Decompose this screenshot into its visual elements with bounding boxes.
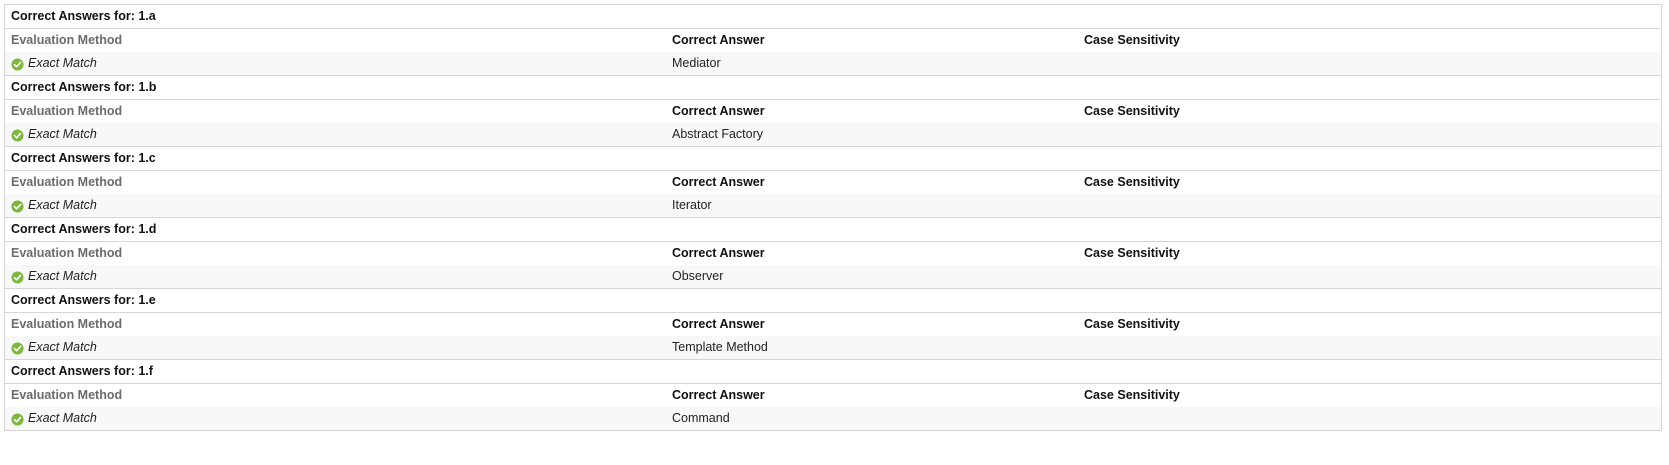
check-circle-icon [11, 200, 24, 213]
correct-answer-value: Observer [672, 269, 724, 283]
correct-answer-value: Abstract Factory [672, 127, 763, 141]
section-title: Correct Answers for: 1.c [5, 147, 1661, 171]
evaluation-method-label: Exact Match [28, 127, 97, 141]
correct-answer-header: Correct Answer [672, 388, 765, 402]
answer-section-1e: Correct Answers for: 1.e Evaluation Meth… [4, 288, 1662, 359]
evaluation-method-label: Exact Match [28, 198, 97, 212]
case-sensitivity-header: Case Sensitivity [1084, 175, 1180, 189]
answer-section-1c: Correct Answers for: 1.c Evaluation Meth… [4, 146, 1662, 217]
evaluation-method-header: Evaluation Method [11, 246, 123, 260]
correct-answer-value: Iterator [672, 198, 712, 212]
value-row: Exact Match Abstract Factory [5, 123, 1661, 146]
correct-answer-value: Template Method [672, 340, 768, 354]
value-row: Exact Match Iterator [5, 194, 1661, 217]
case-sensitivity-header: Case Sensitivity [1084, 104, 1180, 118]
evaluation-method-label: Exact Match [28, 269, 97, 283]
value-row: Exact Match Template Method [5, 336, 1661, 359]
correct-answer-header: Correct Answer [672, 317, 765, 331]
check-circle-icon [11, 58, 24, 71]
header-row: Evaluation Method Correct Answer Case Se… [5, 100, 1661, 123]
evaluation-method-value: Exact Match [11, 407, 97, 430]
evaluation-method-header: Evaluation Method [11, 175, 123, 189]
header-row: Evaluation Method Correct Answer Case Se… [5, 29, 1661, 52]
section-title: Correct Answers for: 1.e [5, 289, 1661, 313]
correct-answer-header: Correct Answer [672, 246, 765, 260]
correct-answer-value: Mediator [672, 56, 721, 70]
check-circle-icon [11, 129, 24, 142]
evaluation-method-value: Exact Match [11, 336, 97, 359]
check-circle-icon [11, 271, 24, 284]
value-row: Exact Match Observer [5, 265, 1661, 288]
correct-answers-list: Correct Answers for: 1.a Evaluation Meth… [4, 4, 1662, 431]
section-title: Correct Answers for: 1.d [5, 218, 1661, 242]
header-row: Evaluation Method Correct Answer Case Se… [5, 313, 1661, 336]
evaluation-method-label: Exact Match [28, 340, 97, 354]
check-circle-icon [11, 342, 24, 355]
correct-answer-header: Correct Answer [672, 33, 765, 47]
correct-answer-header: Correct Answer [672, 175, 765, 189]
evaluation-method-value: Exact Match [11, 194, 97, 217]
header-row: Evaluation Method Correct Answer Case Se… [5, 384, 1661, 407]
case-sensitivity-header: Case Sensitivity [1084, 246, 1180, 260]
evaluation-method-value: Exact Match [11, 265, 97, 288]
evaluation-method-value: Exact Match [11, 123, 97, 146]
case-sensitivity-header: Case Sensitivity [1084, 388, 1180, 402]
header-row: Evaluation Method Correct Answer Case Se… [5, 171, 1661, 194]
check-circle-icon [11, 413, 24, 426]
correct-answer-header: Correct Answer [672, 104, 765, 118]
value-row: Exact Match Mediator [5, 52, 1661, 75]
header-row: Evaluation Method Correct Answer Case Se… [5, 242, 1661, 265]
evaluation-method-header: Evaluation Method [11, 317, 123, 331]
section-title: Correct Answers for: 1.a [5, 5, 1661, 29]
evaluation-method-header: Evaluation Method [11, 388, 123, 402]
evaluation-method-label: Exact Match [28, 411, 97, 425]
evaluation-method-header: Evaluation Method [11, 104, 123, 118]
value-row: Exact Match Command [5, 407, 1661, 430]
answer-section-1d: Correct Answers for: 1.d Evaluation Meth… [4, 217, 1662, 288]
evaluation-method-header: Evaluation Method [11, 33, 123, 47]
section-title: Correct Answers for: 1.b [5, 76, 1661, 100]
evaluation-method-label: Exact Match [28, 56, 97, 70]
correct-answer-value: Command [672, 411, 730, 425]
case-sensitivity-header: Case Sensitivity [1084, 317, 1180, 331]
answer-section-1b: Correct Answers for: 1.b Evaluation Meth… [4, 75, 1662, 146]
case-sensitivity-header: Case Sensitivity [1084, 33, 1180, 47]
answer-section-1a: Correct Answers for: 1.a Evaluation Meth… [4, 4, 1662, 75]
section-title: Correct Answers for: 1.f [5, 360, 1661, 384]
answer-section-1f: Correct Answers for: 1.f Evaluation Meth… [4, 359, 1662, 431]
evaluation-method-value: Exact Match [11, 52, 97, 75]
